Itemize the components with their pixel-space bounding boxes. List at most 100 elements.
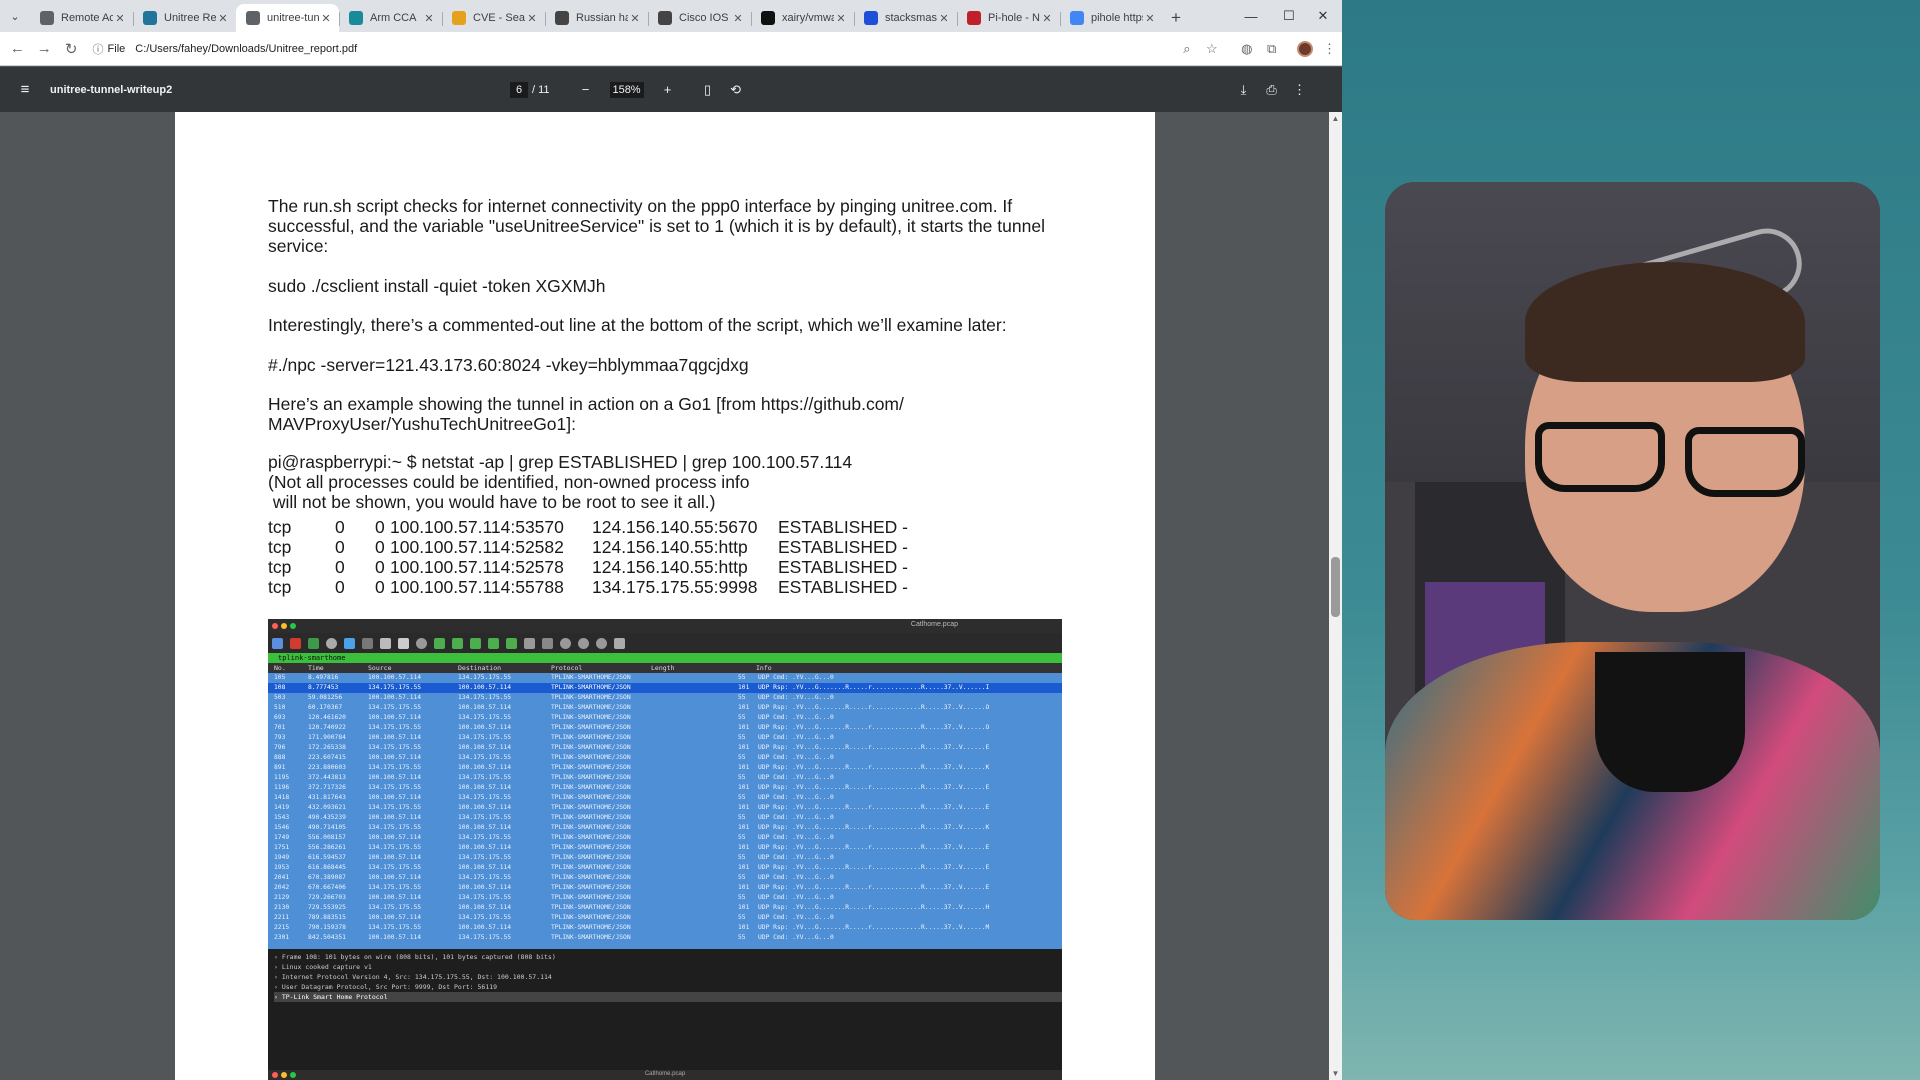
zoom-icon[interactable]: ⌕ (1174, 36, 1199, 62)
tab-close-icon[interactable]: ✕ (1040, 12, 1054, 25)
packet-cell: 100.100.57.114 (368, 754, 422, 761)
wireshark-toolbar (268, 633, 1062, 653)
maximize-icon[interactable]: ☐ (1270, 0, 1308, 32)
tab-7[interactable]: xairy/vmware✕ (751, 4, 854, 32)
back-icon[interactable]: ← (4, 35, 31, 63)
packet-cell: TPLINK-SMARTHOME/JSON (551, 894, 631, 901)
tab-2[interactable]: unitree-tunnel✕ (236, 4, 339, 32)
info-icon[interactable]: ⓘ (93, 41, 104, 57)
tab-title: pihole https (1091, 12, 1143, 24)
tab-close-icon[interactable]: ✕ (937, 12, 951, 25)
tab-close-icon[interactable]: ✕ (216, 12, 230, 25)
packet-list: 105 8.497816 100.100.57.114 134.175.175.55 T… (268, 673, 1062, 949)
packet-cell: 100.100.57.114 (368, 694, 422, 701)
packet-cell: UDP Rsp: .YV...G.......R.....r..........… (758, 824, 990, 831)
tab-title: xairy/vmware (782, 12, 834, 24)
tab-title: Russian hacker (576, 12, 628, 24)
wireshark-titlebar: Catlhome.pcap (268, 619, 1062, 633)
tab-6[interactable]: Cisco IOS XE✕ (648, 4, 751, 32)
packet-cell: 616.594537 (308, 854, 346, 861)
tab-close-icon[interactable]: ✕ (834, 12, 848, 25)
extensions-puzzle-icon[interactable]: ⧉ (1259, 36, 1284, 62)
packet-row: 1546 490.714105 134.175.175.55 100.100.57.1… (268, 823, 1062, 833)
tab-close-icon[interactable]: ✕ (731, 12, 745, 25)
packet-cell: 100.100.57.114 (458, 924, 512, 931)
packet-cell: UDP Cmd: .YV...G...0 (758, 914, 834, 921)
packet-cell: TPLINK-SMARTHOME/JSON (551, 904, 631, 911)
packet-cell: 55 (738, 754, 746, 761)
tab-close-icon[interactable]: ✕ (422, 12, 436, 25)
packet-row: 1418 431.817643 100.100.57.114 134.175.175.… (268, 793, 1062, 803)
tab-3[interactable]: Arm CCA ✕ (339, 4, 442, 32)
fit-page-icon[interactable]: ▯ (694, 82, 722, 98)
tab-0[interactable]: Remote Access✕ (30, 4, 133, 32)
packet-cell: 101 (738, 784, 750, 791)
packet-cell: 134.175.175.55 (458, 714, 512, 721)
packet-cell: 510 (274, 704, 286, 711)
netstat-proto: tcp (268, 537, 292, 557)
pdf-scrollbar[interactable]: ▲ ▼ (1329, 112, 1342, 1080)
packet-cell: UDP Rsp: .YV...G.......R.....r..........… (758, 844, 990, 851)
scroll-down-icon[interactable]: ▼ (1329, 1069, 1342, 1078)
packet-cell: 134.175.175.55 (368, 924, 422, 931)
packet-cell: TPLINK-SMARTHOME/JSON (551, 764, 631, 771)
netstat-row: tcp 0 0 100.100.57.114:52578 124.156.140.55:… (268, 557, 1088, 577)
resize-columns-icon (614, 637, 625, 649)
tab-close-icon[interactable]: ✕ (319, 12, 333, 25)
packet-cell: UDP Cmd: .YV...G...0 (758, 834, 834, 841)
address-bar[interactable]: ⓘ File C:/Users/fahey/Downloads/Unitree_… (93, 36, 1071, 62)
packet-cell: 55 (738, 694, 746, 701)
packet-cell: 503 (274, 694, 286, 701)
chrome-menu-icon[interactable]: ⋮ (1317, 36, 1342, 62)
packet-cell: 490.435239 (308, 814, 346, 821)
profile-avatar[interactable] (1292, 36, 1317, 62)
bookmark-star-icon[interactable]: ☆ (1199, 36, 1224, 62)
packet-cell: UDP Cmd: .YV...G...0 (758, 894, 834, 901)
restart-icon (308, 637, 319, 649)
packet-cell: 891 (274, 764, 286, 771)
close-window-icon[interactable]: ✕ (1304, 0, 1342, 32)
tab-close-icon[interactable]: ✕ (628, 12, 642, 25)
packet-cell: TPLINK-SMARTHOME/JSON (551, 884, 631, 891)
minimize-icon[interactable]: — (1232, 0, 1270, 32)
tab-close-icon[interactable]: ✕ (525, 12, 539, 25)
tab-1[interactable]: Unitree Report✕ (133, 4, 236, 32)
tab-search-icon[interactable]: ⌄ (0, 0, 30, 32)
packet-row: 1195 372.443813 100.100.57.114 134.175.175.… (268, 773, 1062, 783)
tab-title: Arm CCA (370, 12, 417, 24)
packet-cell: 101 (738, 904, 750, 911)
tab-4[interactable]: CVE - Search✕ (442, 4, 545, 32)
tab-10[interactable]: pihole https ✕ (1060, 4, 1163, 32)
packet-row: 793 171.900784 100.100.57.114 134.175.175.5… (268, 733, 1062, 743)
page-number-input[interactable]: 6 (510, 81, 528, 98)
download-icon[interactable]: ⤓ (1230, 82, 1258, 98)
zoom-in-icon[interactable]: + (654, 82, 682, 97)
go-forward-icon (452, 637, 463, 649)
tab-9[interactable]: Pi-hole - Network✕ (957, 4, 1060, 32)
scroll-thumb[interactable] (1331, 557, 1340, 617)
pdf-menu-icon[interactable]: ≡ (0, 81, 50, 98)
packet-cell: 100.100.57.114 (458, 804, 512, 811)
packet-cell: 100.100.57.114 (458, 704, 512, 711)
packet-row: 2041 670.389087 100.100.57.114 134.175.175.… (268, 873, 1062, 883)
tab-8[interactable]: stacksmashing✕ (854, 4, 957, 32)
packet-cell: 134.175.175.55 (368, 824, 422, 831)
detail-text: User Datagram Protocol, Src Port: 9999, … (281, 983, 498, 991)
paragraph-go1-example: Here’s an example showing the tunnel in … (268, 394, 904, 434)
pdf-more-icon[interactable]: ⋮ (1286, 82, 1314, 98)
tab-close-icon[interactable]: ✕ (1143, 12, 1157, 25)
packet-cell: 134.175.175.55 (458, 674, 512, 681)
zoom-level-input[interactable]: 158% (609, 81, 644, 98)
scroll-up-icon[interactable]: ▲ (1329, 114, 1342, 123)
rotate-icon[interactable]: ⟲ (722, 82, 750, 98)
netstat-proto: tcp (268, 517, 292, 537)
new-tab-button[interactable]: + (1163, 4, 1189, 32)
zoom-out-icon[interactable]: − (572, 82, 600, 97)
extension-icon[interactable]: ◍ (1234, 36, 1259, 62)
tab-5[interactable]: Russian hacker✕ (545, 4, 648, 32)
reload-icon[interactable]: ↻ (58, 35, 85, 63)
forward-icon[interactable]: → (31, 35, 58, 63)
print-icon[interactable]: ⎙ (1258, 82, 1286, 98)
tab-close-icon[interactable]: ✕ (113, 12, 127, 25)
column-header: Source (368, 664, 392, 672)
